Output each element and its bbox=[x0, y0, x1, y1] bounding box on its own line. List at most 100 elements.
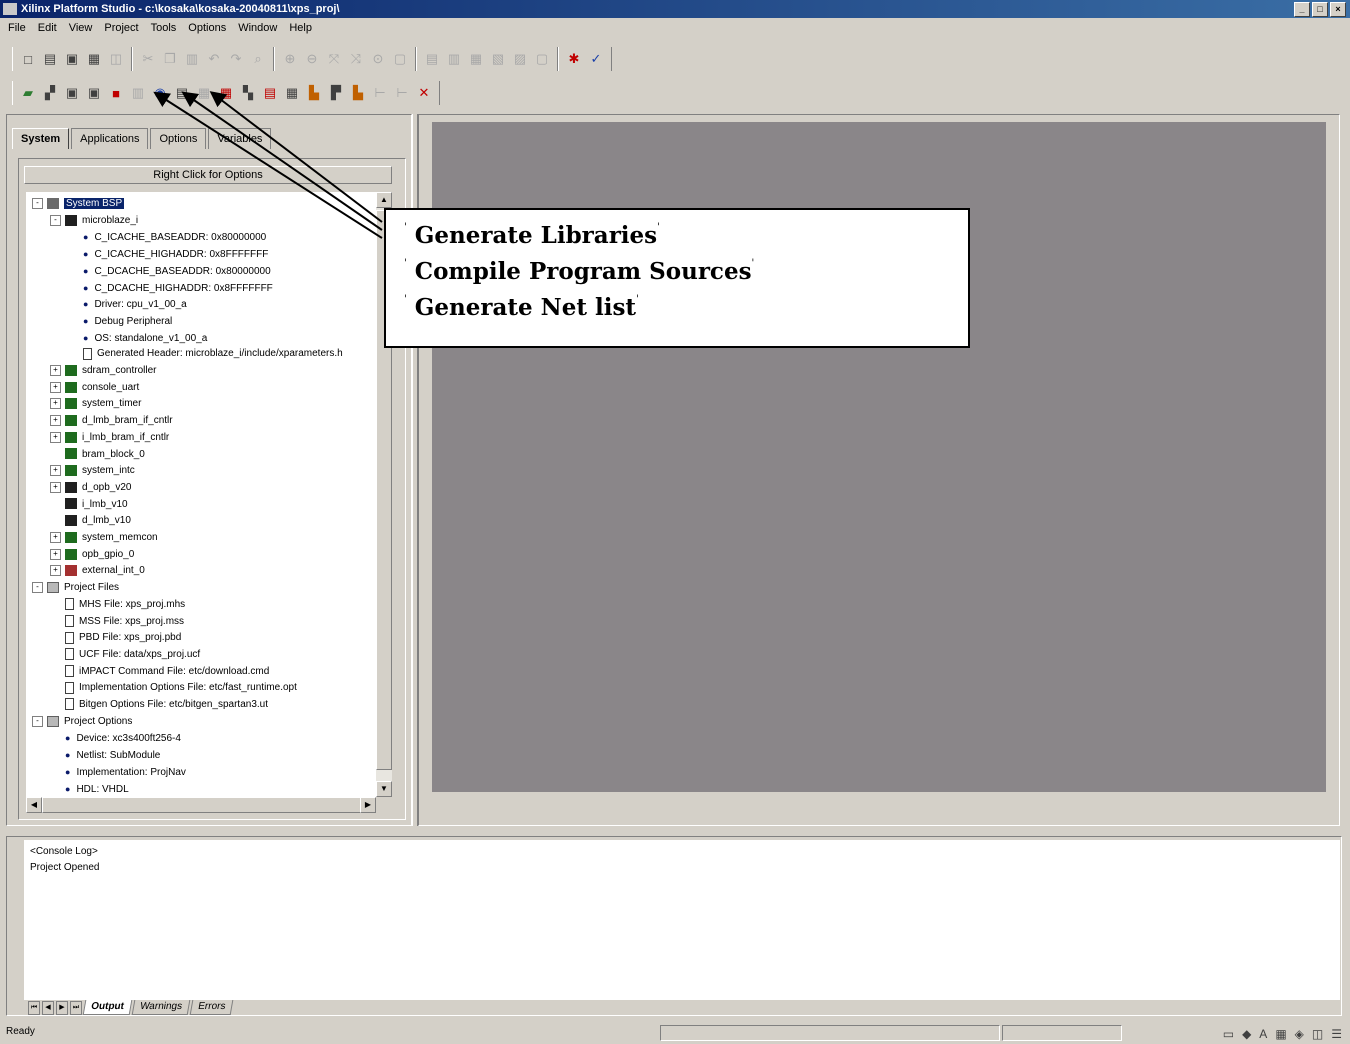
tool-e-icon[interactable]: ▤ bbox=[261, 84, 279, 102]
tree-node[interactable]: Bitgen Options File: etc/bitgen_spartan3… bbox=[50, 697, 268, 713]
preview-icon[interactable]: ◫ bbox=[107, 50, 125, 68]
copy-icon[interactable]: ❐ bbox=[161, 50, 179, 68]
layout-5-icon[interactable]: ▨ bbox=[511, 50, 529, 68]
tree-node[interactable]: iMPACT Command File: etc/download.cmd bbox=[50, 664, 269, 680]
system-tree[interactable]: - System BSP - microblaze_i ● C_ICACHE_BASEAD… bbox=[26, 192, 376, 797]
tool-g-icon[interactable]: ▙ bbox=[305, 84, 323, 102]
tree-node[interactable]: + console_uart bbox=[50, 380, 139, 396]
fit-icon[interactable]: ⤧ bbox=[325, 50, 343, 68]
tool-d-icon[interactable]: ▚ bbox=[239, 84, 257, 102]
tray-window-icon[interactable]: ◫ bbox=[1312, 1024, 1323, 1044]
tray-menu-icon[interactable]: ☰ bbox=[1331, 1024, 1342, 1044]
hscroll-thumb[interactable] bbox=[42, 797, 362, 813]
tree-node[interactable]: + opb_gpio_0 bbox=[50, 547, 134, 563]
tool-h-icon[interactable]: ▛ bbox=[327, 84, 345, 102]
tree-node[interactable]: ● Driver: cpu_v1_00_a bbox=[68, 296, 187, 312]
minimize-button[interactable]: _ bbox=[1294, 2, 1310, 17]
layout-1-icon[interactable]: ▤ bbox=[423, 50, 441, 68]
redo-icon[interactable]: ↷ bbox=[227, 50, 245, 68]
expand-icon[interactable]: + bbox=[50, 465, 61, 477]
open-project-icon[interactable]: ▰ bbox=[19, 84, 37, 102]
tab-variables[interactable]: Variables bbox=[208, 128, 272, 149]
tree-node[interactable]: i_lmb_v10 bbox=[50, 497, 128, 513]
layout-4-icon[interactable]: ▧ bbox=[489, 50, 507, 68]
expand-icon[interactable]: + bbox=[50, 364, 61, 376]
tree-node[interactable]: ● C_ICACHE_BASEADDR: 0x80000000 bbox=[68, 229, 266, 245]
save-icon[interactable]: ▣ bbox=[63, 50, 81, 68]
menu-project[interactable]: Project bbox=[104, 19, 138, 37]
tree-node[interactable]: ● C_DCACHE_HIGHADDR: 0x8FFFFFFF bbox=[68, 280, 273, 296]
tool-i-icon[interactable]: ▙ bbox=[349, 84, 367, 102]
collapse-icon[interactable]: - bbox=[50, 214, 61, 226]
expand-icon[interactable]: + bbox=[50, 548, 61, 560]
generate-netlist-icon[interactable]: ▤ bbox=[173, 84, 191, 102]
scroll-left-icon[interactable]: ◀ bbox=[26, 797, 42, 813]
scroll-up-icon[interactable]: ▲ bbox=[376, 192, 392, 208]
tree-node[interactable]: ● Netlist: SubModule bbox=[50, 747, 160, 763]
layout-3-icon[interactable]: ▦ bbox=[467, 50, 485, 68]
keyboard-icon[interactable]: ▦ bbox=[1275, 1024, 1286, 1044]
zoom-out-icon[interactable]: ⊖ bbox=[303, 50, 321, 68]
tool-k-icon[interactable]: ⊢ bbox=[393, 84, 411, 102]
tree-node[interactable]: bram_block_0 bbox=[50, 447, 145, 463]
tree-node[interactable]: ● Implementation: ProjNav bbox=[50, 764, 186, 780]
next-tab-icon[interactable]: ▶ bbox=[56, 1000, 68, 1015]
window-1-icon[interactable]: ▣ bbox=[63, 84, 81, 102]
paste-icon[interactable]: ▥ bbox=[183, 50, 201, 68]
right-click-hint[interactable]: Right Click for Options bbox=[24, 166, 392, 184]
tree-node[interactable]: Implementation Options File: etc/fast_ru… bbox=[50, 680, 297, 696]
tab-errors[interactable]: Errors bbox=[189, 1000, 234, 1015]
tree-node[interactable]: ● Debug Peripheral bbox=[68, 313, 172, 329]
zoom-in-icon[interactable]: ⊕ bbox=[281, 50, 299, 68]
tree-horizontal-scrollbar[interactable]: ◀ ▶ bbox=[26, 797, 376, 813]
layout-2-icon[interactable]: ▥ bbox=[445, 50, 463, 68]
tree-node[interactable]: MSS File: xps_proj.mss bbox=[50, 614, 184, 630]
maximize-button[interactable]: □ bbox=[1312, 2, 1328, 17]
tree-node[interactable]: + system_timer bbox=[50, 396, 141, 412]
scroll-down-icon[interactable]: ▼ bbox=[376, 781, 392, 797]
find-icon[interactable]: ⌕ bbox=[249, 50, 267, 68]
layout-6-icon[interactable]: ▢ bbox=[533, 50, 551, 68]
tab-applications[interactable]: Applications bbox=[71, 128, 149, 149]
zoom-area-icon[interactable]: ⤨ bbox=[347, 50, 365, 68]
tool-a-icon[interactable]: ✱ bbox=[565, 50, 583, 68]
tree-node[interactable]: ● Device: xc3s400ft256-4 bbox=[50, 730, 181, 746]
compile-program-sources-icon[interactable]: ◉ bbox=[151, 84, 169, 102]
collapse-icon[interactable]: - bbox=[32, 197, 43, 209]
input-method-icon[interactable]: A bbox=[1259, 1024, 1267, 1044]
options-icon[interactable]: ▞ bbox=[41, 84, 59, 102]
tree-node[interactable]: ● C_ICACHE_HIGHADDR: 0x8FFFFFFF bbox=[68, 246, 268, 262]
expand-icon[interactable]: + bbox=[50, 531, 61, 543]
tab-warnings[interactable]: Warnings bbox=[131, 1000, 190, 1015]
tool-f-icon[interactable]: ▦ bbox=[283, 84, 301, 102]
tool-c-icon[interactable]: ▦ bbox=[217, 84, 235, 102]
tree-node[interactable]: - System BSP bbox=[32, 196, 125, 212]
tree-node[interactable]: + d_opb_v20 bbox=[50, 480, 132, 496]
scroll-right-icon[interactable]: ▶ bbox=[360, 797, 376, 813]
first-tab-icon[interactable]: ⏮ bbox=[28, 1000, 40, 1015]
tree-node[interactable]: - Project Options bbox=[32, 714, 132, 730]
tree-node[interactable]: + external_int_0 bbox=[50, 563, 145, 579]
tab-output[interactable]: Output bbox=[82, 1000, 133, 1015]
collapse-icon[interactable]: - bbox=[32, 581, 43, 593]
last-tab-icon[interactable]: ⏭ bbox=[70, 1000, 82, 1015]
expand-icon[interactable]: + bbox=[50, 565, 61, 577]
open-icon[interactable]: ▤ bbox=[41, 50, 59, 68]
app-tray-icon[interactable]: ◆ bbox=[1242, 1024, 1251, 1044]
undo-icon[interactable]: ↶ bbox=[205, 50, 223, 68]
prev-tab-icon[interactable]: ◀ bbox=[42, 1000, 54, 1015]
expand-icon[interactable]: + bbox=[50, 398, 61, 410]
tree-node[interactable]: d_lmb_v10 bbox=[50, 513, 131, 529]
cut-icon[interactable]: ✂ bbox=[139, 50, 157, 68]
tree-node[interactable]: MHS File: xps_proj.mhs bbox=[50, 597, 185, 613]
generate-libraries-icon[interactable]: ▥ bbox=[129, 84, 147, 102]
tree-node[interactable]: ● C_DCACHE_BASEADDR: 0x80000000 bbox=[68, 263, 271, 279]
tree-node[interactable]: + i_lmb_bram_if_cntlr bbox=[50, 430, 169, 446]
bitstream-icon[interactable]: ▦ bbox=[195, 84, 213, 102]
tree-node[interactable]: + system_memcon bbox=[50, 530, 158, 546]
expand-icon[interactable]: + bbox=[50, 481, 61, 493]
menu-file[interactable]: File bbox=[8, 19, 26, 37]
tree-node[interactable]: Generated Header: microblaze_i/include/x… bbox=[68, 346, 343, 362]
menu-help[interactable]: Help bbox=[289, 19, 312, 37]
collapse-icon[interactable]: - bbox=[32, 715, 43, 727]
